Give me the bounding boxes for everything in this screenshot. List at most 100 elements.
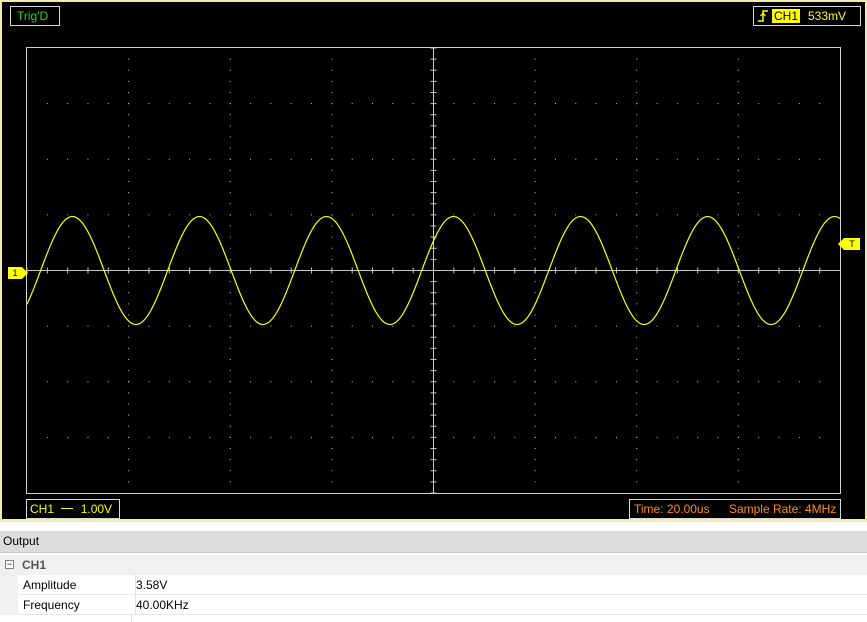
grid-dot — [229, 481, 231, 483]
grid-dot — [534, 436, 536, 438]
grid-dot — [778, 103, 780, 105]
grid-dot — [128, 247, 130, 249]
grid-dot — [819, 103, 821, 105]
grid-dot — [392, 381, 394, 383]
grid-dot — [331, 347, 333, 349]
grid-dot — [229, 414, 231, 416]
grid-dot — [209, 325, 211, 327]
grid-dot — [636, 236, 638, 238]
grid-dot — [534, 381, 536, 383]
grid-dot — [250, 103, 252, 105]
grid-dot — [737, 214, 739, 216]
grid-dot — [331, 103, 333, 105]
grid-dot — [290, 103, 292, 105]
grid-dot — [656, 436, 658, 438]
grid-dot — [636, 325, 638, 327]
ch1-property-group[interactable]: − CH1 — [0, 555, 867, 575]
grid-dot — [331, 425, 333, 427]
grid-dot — [778, 214, 780, 216]
grid-dot — [87, 436, 89, 438]
grid-dot — [534, 236, 536, 238]
grid-dot — [331, 258, 333, 260]
ch1-ground-marker[interactable]: 1 — [8, 267, 28, 279]
grid-dot — [636, 158, 638, 160]
grid-dot — [229, 103, 231, 105]
grid-dot — [737, 236, 739, 238]
grid-dot — [270, 214, 272, 216]
grid-dot — [168, 381, 170, 383]
grid-dot — [412, 214, 414, 216]
grid-dot — [534, 203, 536, 205]
grid-dot — [778, 381, 780, 383]
property-row-amplitude[interactable]: Amplitude 3.58V — [0, 575, 867, 595]
grid-dot — [737, 114, 739, 116]
grid-dot — [290, 381, 292, 383]
dc-coupling-icon — [61, 508, 74, 515]
grid-dot — [534, 347, 536, 349]
grid-dot — [636, 147, 638, 149]
property-row-frequency[interactable]: Frequency 40.00KHz — [0, 595, 867, 615]
collapse-icon[interactable]: − — [5, 560, 14, 569]
grid-dot — [534, 103, 536, 105]
grid-dot — [819, 325, 821, 327]
grid-dot — [67, 325, 69, 327]
grid-dot — [250, 214, 252, 216]
grid-dot — [473, 214, 475, 216]
grid-dot — [798, 381, 800, 383]
property-name: Frequency — [18, 595, 136, 615]
grid-dot — [493, 214, 495, 216]
grid-dot — [778, 158, 780, 160]
grid-dot — [229, 247, 231, 249]
grid-dot — [575, 214, 577, 216]
grid-dot — [534, 292, 536, 294]
grid-dot — [453, 381, 455, 383]
grid-dot — [717, 214, 719, 216]
grid-dot — [575, 158, 577, 160]
oscilloscope-screen[interactable] — [26, 47, 841, 494]
grid-dot — [331, 459, 333, 461]
grid-dot — [372, 103, 374, 105]
grid-dot — [128, 425, 130, 427]
waveform-plot — [27, 48, 840, 493]
grid-dot — [331, 158, 333, 160]
grid-dot — [778, 325, 780, 327]
grid-dot — [595, 158, 597, 160]
grid-dot — [514, 436, 516, 438]
grid-dot — [392, 214, 394, 216]
grid-dot — [229, 436, 231, 438]
grid-dot — [534, 281, 536, 283]
grid-dot — [229, 336, 231, 338]
grid-dot — [189, 436, 191, 438]
grid-dot — [717, 436, 719, 438]
grid-dot — [819, 381, 821, 383]
grid-dot — [534, 247, 536, 249]
trigger-level-marker[interactable]: T — [838, 238, 860, 250]
grid-dot — [351, 158, 353, 160]
grid-dot — [615, 381, 617, 383]
grid-dot — [331, 359, 333, 360]
grid-dot — [372, 436, 374, 438]
grid-dot — [168, 103, 170, 105]
grid-dot — [331, 80, 333, 82]
grid-dot — [311, 158, 313, 160]
grid-dot — [270, 381, 272, 383]
grid-dot — [697, 214, 699, 216]
grid-dot — [534, 470, 536, 472]
grid-dot — [615, 103, 617, 105]
grid-dot — [229, 314, 231, 316]
ch1-scale-value: 1.00V — [80, 502, 113, 516]
grid-dot — [636, 336, 638, 338]
grid-dot — [554, 381, 556, 383]
grid-dot — [534, 459, 536, 461]
grid-dot — [636, 203, 638, 205]
grid-dot — [737, 192, 739, 194]
grid-dot — [514, 158, 516, 160]
grid-dot — [473, 436, 475, 438]
grid-dot — [331, 92, 333, 93]
grid-dot — [493, 158, 495, 160]
grid-dot — [331, 192, 333, 194]
grid-dot — [575, 325, 577, 327]
grid-dot — [514, 214, 516, 216]
grid-dot — [697, 436, 699, 438]
grid-dot — [737, 381, 739, 383]
